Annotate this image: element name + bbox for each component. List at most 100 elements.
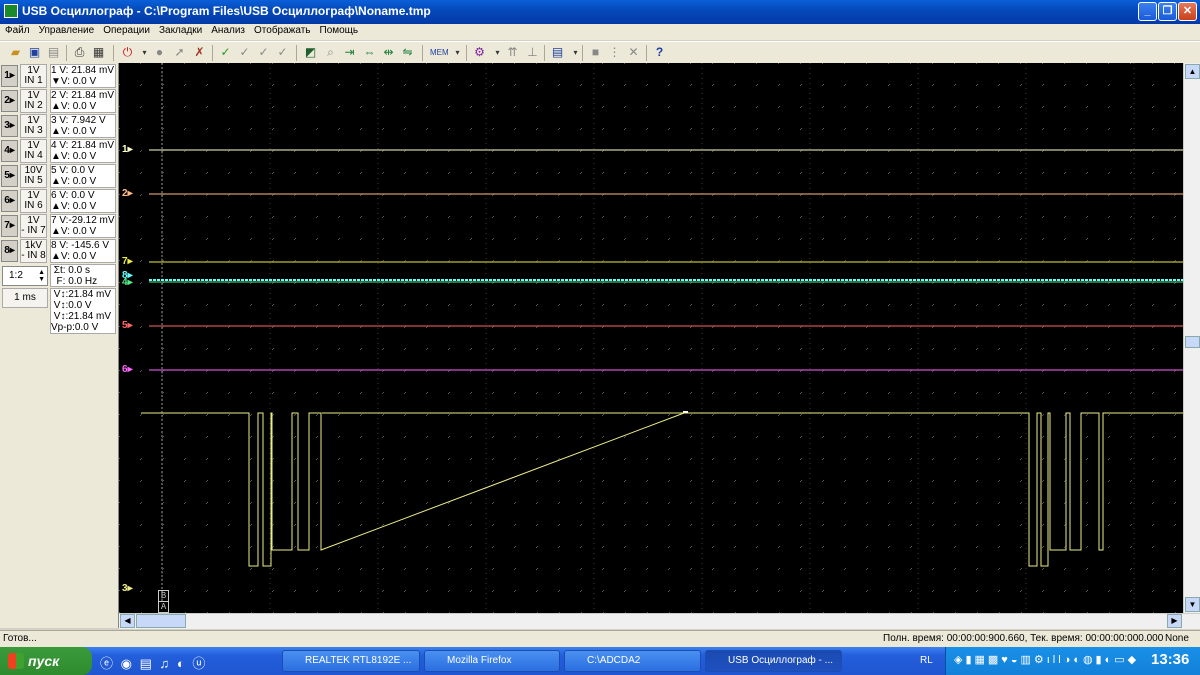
close-button[interactable]: ✕ [1178, 2, 1197, 21]
window-title: USB Осциллограф - C:\Program Files\USB О… [22, 4, 431, 18]
channel-readout: 1 V: 21.84 mV ▼V: 0.0 V [50, 64, 116, 88]
channel-3-button[interactable]: 3▸ [1, 115, 18, 137]
channels-icon[interactable]: ⚙ [472, 45, 487, 60]
menu-operations[interactable]: Операции [98, 24, 154, 36]
save-as-icon[interactable]: ▤ [46, 45, 61, 60]
channel-2-button[interactable]: 2▸ [1, 90, 18, 112]
scroll-thumb[interactable] [1185, 336, 1200, 348]
zoom-icon[interactable]: ⌕ [323, 45, 338, 60]
menu-analysis[interactable]: Анализ [206, 24, 249, 36]
channel-scale[interactable]: 1V IN 1 [20, 64, 47, 88]
help-icon[interactable]: ? [652, 45, 667, 60]
spinner-icon[interactable]: ▲ ▼ [38, 269, 45, 283]
tray-icons[interactable]: ◈▮▦▩♥◒▥⚙ıll◑◐◍▮◐▭◆ [954, 653, 1139, 666]
channel-row: 7▸ 1V - IN 7 7 V:-29.12 mV ▲V: 0.0 V [0, 214, 118, 239]
step-icon[interactable]: ➚ [172, 45, 187, 60]
check2-icon[interactable]: ✓ [237, 45, 252, 60]
check3-icon[interactable]: ✓ [256, 45, 271, 60]
cancel-icon[interactable]: ✕ [626, 45, 641, 60]
channel-scale[interactable]: 1V IN 4 [20, 139, 47, 163]
oscilloscope-screen[interactable]: 1▸ 2▸ 7▸ 8▸ 4▸ 5▸ 6▸ 3▸ B A [119, 63, 1183, 613]
menu-file[interactable]: Файл [0, 24, 34, 36]
menu-bookmarks[interactable]: Закладки [154, 24, 206, 36]
channel-8-button[interactable]: 8▸ [1, 240, 18, 262]
task-firefox[interactable]: Mozilla Firefox [424, 650, 560, 672]
clock[interactable]: 13:36 [1151, 651, 1189, 668]
window-dropdown-icon[interactable]: ▾ [568, 45, 583, 60]
start-button[interactable]: пуск [0, 647, 92, 675]
channel-readout: 8 V: -145.6 V ▲V: 0.0 V [50, 239, 116, 263]
media-icon[interactable]: ♫ [160, 656, 170, 671]
task-realtek[interactable]: REALTEK RTL8192E ... [282, 650, 420, 672]
contrast-icon[interactable]: ◩ [303, 45, 318, 60]
channel-4-marker[interactable]: 4▸ [122, 277, 133, 288]
cursor-icon[interactable]: ⇔ [362, 45, 377, 60]
hscroll-thumb[interactable] [136, 614, 186, 628]
channel-scale[interactable]: 1V IN 2 [20, 89, 47, 113]
channel-scale[interactable]: 1V IN 3 [20, 114, 47, 138]
task-explorer[interactable]: C:\ADCDA2 [564, 650, 701, 672]
zoom-select[interactable]: 1:2 ▲ ▼ [2, 266, 48, 286]
channel-1-button[interactable]: 1▸ [1, 65, 18, 87]
utorrent-icon[interactable]: ⓤ [192, 656, 205, 671]
channel-1-marker[interactable]: 1▸ [122, 144, 133, 155]
tools-icon[interactable]: ✗ [192, 45, 207, 60]
channel-6-button[interactable]: 6▸ [1, 190, 18, 212]
channels-dropdown-icon[interactable]: ▾ [490, 45, 505, 60]
stop-icon[interactable]: ■ [588, 45, 603, 60]
autoscale-icon[interactable]: ⇋ [400, 45, 415, 60]
scroll-down-icon[interactable]: ▼ [1185, 597, 1200, 612]
horizontal-scrollbar[interactable]: ◀ ▶ [119, 613, 1200, 629]
open-icon[interactable]: ▰ [8, 45, 23, 60]
firefox-icon[interactable]: ◉ [121, 656, 132, 671]
channel-scale[interactable]: 10V IN 5 [20, 164, 47, 188]
channel-scale[interactable]: 1V - IN 7 [20, 214, 47, 238]
maximize-button[interactable]: ❐ [1158, 2, 1177, 21]
channel-5-button[interactable]: 5▸ [1, 165, 18, 187]
cursor-a-label[interactable]: A [158, 601, 169, 613]
check-icon[interactable]: ✓ [218, 45, 233, 60]
channel-7-marker[interactable]: 7▸ [122, 256, 133, 267]
save-icon[interactable]: ▣ [27, 45, 42, 60]
power-dropdown-icon[interactable]: ▾ [137, 45, 152, 60]
channel-6-marker[interactable]: 6▸ [122, 364, 133, 375]
mem-dropdown-icon[interactable]: ▾ [450, 45, 465, 60]
minimize-button[interactable]: _ [1138, 2, 1157, 21]
scroll-left-icon[interactable]: ◀ [120, 614, 135, 628]
trigger-icon[interactable]: ⇈ [505, 45, 520, 60]
menu-view[interactable]: Отображать [249, 24, 314, 36]
window-icon[interactable]: ▤ [550, 45, 565, 60]
channel-row: 8▸ 1kV - IN 8 8 V: -145.6 V ▲V: 0.0 V [0, 239, 118, 264]
channel-4-button[interactable]: 4▸ [1, 140, 18, 162]
mem-icon[interactable]: MEM [430, 45, 449, 60]
grid-icon[interactable]: ⋮ [607, 45, 622, 60]
channel-scale[interactable]: 1V IN 6 [20, 189, 47, 213]
time-readout: Полн. время: 00:00:00:900.660, Тек. врем… [883, 633, 1164, 644]
ie-icon[interactable]: ⓔ [100, 656, 113, 671]
taskbar: пуск ⓔ ◉ ▤ ♫ ◐ ⓤ REALTEK RTL8192E ... Mo… [0, 647, 1200, 675]
channel-3-marker[interactable]: 3▸ [122, 583, 133, 594]
vertical-scrollbar[interactable]: ▲ ▼ [1183, 63, 1200, 613]
fit-icon[interactable]: ⇹ [381, 45, 396, 60]
menu-help[interactable]: Помощь [315, 24, 363, 36]
menu-control[interactable]: Управление [34, 24, 99, 36]
language-indicator[interactable]: RL [920, 655, 933, 666]
print-preview-icon[interactable]: ▦ [91, 45, 106, 60]
print-icon[interactable]: ⎙ [72, 45, 87, 60]
scroll-up-icon[interactable]: ▲ [1185, 64, 1200, 79]
record-icon[interactable]: ● [152, 45, 167, 60]
channel-5-marker[interactable]: 5▸ [122, 320, 133, 331]
scroll-right-icon[interactable]: ▶ [1167, 614, 1182, 628]
timebase-value[interactable]: 1 ms [2, 288, 48, 308]
app-icon[interactable]: ◐ [177, 656, 185, 671]
channel-row: 5▸ 10V IN 5 5 V: 0.0 V ▲V: 0.0 V [0, 164, 118, 189]
check4-icon[interactable]: ✓ [275, 45, 290, 60]
trigger2-icon[interactable]: ⊥ [525, 45, 540, 60]
task-oscilloscope[interactable]: USB Осциллограф - ... [705, 650, 842, 672]
power-icon[interactable]: ⏻ [120, 45, 135, 60]
doc-icon[interactable]: ▤ [140, 656, 152, 671]
channel-2-marker[interactable]: 2▸ [122, 188, 133, 199]
channel-scale[interactable]: 1kV - IN 8 [20, 239, 47, 263]
measure-icon[interactable]: ⇥ [342, 45, 357, 60]
channel-7-button[interactable]: 7▸ [1, 215, 18, 237]
